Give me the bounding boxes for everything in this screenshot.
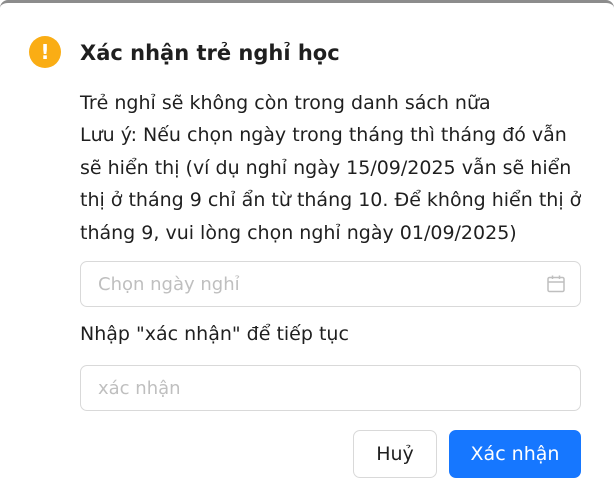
absence-date-input[interactable]: [98, 273, 546, 295]
message-line: sẽ hiển thị (ví dụ nghỉ ngày 15/09/2025 …: [80, 156, 572, 179]
confirm-button[interactable]: Xác nhận: [449, 430, 581, 478]
confirm-absence-dialog: ! Xác nhận trẻ nghỉ học Trẻ nghỉ sẽ khôn…: [0, 0, 614, 501]
message-line: thị ở tháng 9 chỉ ẩn từ tháng 10. Để khô…: [80, 189, 582, 212]
message-line: Trẻ nghỉ sẽ không còn trong danh sách nữ…: [80, 92, 491, 114]
message-line: Lưu ý: Nếu chọn ngày trong tháng thì thá…: [80, 124, 567, 147]
message-line: tháng 9, vui lòng chọn nghỉ ngày 01/09/2…: [80, 221, 517, 244]
confirm-text-input[interactable]: [98, 377, 563, 399]
dialog-message: Trẻ nghỉ sẽ không còn trong danh sách nữ…: [80, 87, 590, 249]
calendar-icon[interactable]: [546, 274, 566, 294]
dialog-header: !: [29, 36, 61, 68]
dialog-title: Xác nhận trẻ nghỉ học: [80, 41, 340, 65]
confirm-field[interactable]: [80, 365, 581, 411]
absence-date-picker[interactable]: [80, 261, 581, 307]
confirm-label: Nhập "xác nhận" để tiếp tục: [80, 323, 349, 345]
exclamation-icon: !: [29, 36, 61, 68]
cancel-button[interactable]: Huỷ: [353, 430, 437, 478]
